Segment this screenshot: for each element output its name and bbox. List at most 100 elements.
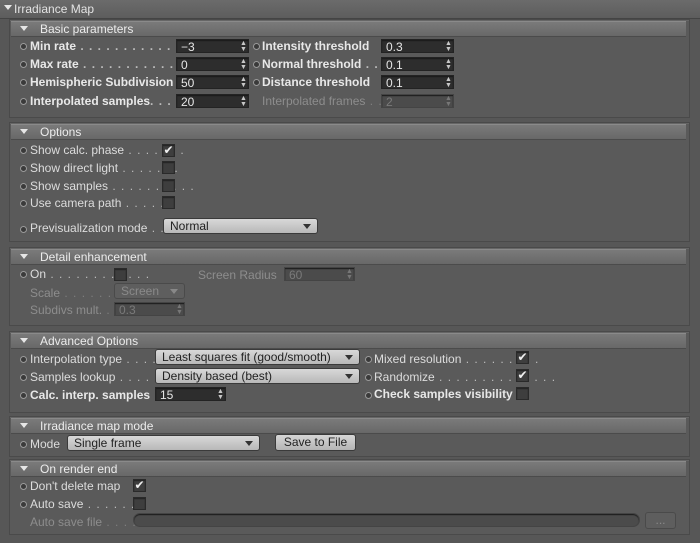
collapse-triangle-icon[interactable] <box>4 5 12 10</box>
spinner-arrows-icon[interactable]: ▲ ▼ <box>240 95 247 108</box>
animatable-dot-icon[interactable] <box>20 356 27 363</box>
show-direct-light-label: Show direct light . . . . . . . <box>30 161 179 175</box>
spinner-arrows-icon[interactable]: ▲ ▼ <box>445 40 452 53</box>
intensity-threshold-field[interactable]: 0.3 ▲ ▼ <box>381 39 454 54</box>
interpolated-frames-label: Interpolated frames . . <box>262 94 383 108</box>
animatable-dot-icon[interactable] <box>253 43 260 50</box>
spinner-arrows-icon[interactable]: ▲ ▼ <box>240 76 247 89</box>
distance-threshold-label: Distance threshold <box>262 75 371 89</box>
spinner-arrows-icon: ▲ ▼ <box>176 303 183 316</box>
collapse-triangle-icon[interactable] <box>20 254 28 259</box>
show-calc-phase-checkbox[interactable]: ✔ <box>162 144 175 157</box>
calc-interp-samples-label: Calc. interp. samples <box>30 388 151 402</box>
samples-lookup-label: Samples lookup . . . . . . <box>30 370 168 384</box>
randomize-checkbox[interactable]: ✔ <box>516 369 529 382</box>
spinner-arrows-icon[interactable]: ▲ ▼ <box>445 76 452 89</box>
animatable-dot-icon[interactable] <box>20 200 27 207</box>
scale-select: Screen <box>114 283 185 299</box>
section-title: Basic parameters <box>40 22 134 36</box>
animatable-dot-icon[interactable] <box>20 165 27 172</box>
animatable-dot-icon[interactable] <box>20 392 27 399</box>
animatable-dot-icon[interactable] <box>253 61 260 68</box>
animatable-dot-icon[interactable] <box>365 374 372 381</box>
chevron-down-icon <box>245 441 253 446</box>
use-camera-path-label: Use camera path . . . . . . <box>30 196 174 210</box>
interpolation-type-label: Interpolation type . . . . . <box>30 352 166 366</box>
chevron-down-icon <box>303 224 311 229</box>
section-advanced-options[interactable]: Advanced Options <box>11 333 686 349</box>
max-rate-field[interactable]: 0 ▲ ▼ <box>176 57 249 72</box>
calc-interp-samples-field[interactable]: 15 ▲ ▼ <box>155 387 226 402</box>
previsualization-mode-select[interactable]: Normal <box>163 218 318 234</box>
mixed-resolution-label: Mixed resolution . . . . . . . . . <box>374 352 540 366</box>
spinner-arrows-icon[interactable]: ▲ ▼ <box>240 58 247 71</box>
section-title: On render end <box>40 462 118 476</box>
spinner-arrows-icon: ▲ ▼ <box>445 95 452 108</box>
window-title-bar[interactable]: Irradiance Map <box>0 0 700 19</box>
animatable-dot-icon[interactable] <box>20 226 27 233</box>
section-basic-parameters[interactable]: Basic parameters <box>11 21 686 37</box>
collapse-triangle-icon[interactable] <box>20 423 28 428</box>
spinner-arrows-icon[interactable]: ▲ ▼ <box>217 388 224 401</box>
auto-save-file-field <box>133 513 640 527</box>
animatable-dot-icon[interactable] <box>20 43 27 50</box>
auto-save-checkbox[interactable] <box>133 497 146 510</box>
section-title: Detail enhancement <box>40 250 147 264</box>
check-samples-visibility-checkbox[interactable] <box>516 387 529 400</box>
animatable-dot-icon[interactable] <box>365 356 372 363</box>
detail-on-checkbox[interactable] <box>114 268 127 281</box>
section-options[interactable]: Options <box>11 124 686 140</box>
collapse-triangle-icon[interactable] <box>20 129 28 134</box>
section-irradiance-map-mode[interactable]: Irradiance map mode <box>11 418 686 434</box>
animatable-dot-icon[interactable] <box>20 79 27 86</box>
spinner-arrows-icon: ▲ ▼ <box>346 268 353 281</box>
interpolation-type-select[interactable]: Least squares fit (good/smooth) <box>155 349 360 365</box>
dont-delete-map-label: Don't delete map <box>30 479 121 493</box>
use-camera-path-checkbox[interactable] <box>162 196 175 209</box>
auto-save-file-label: Auto save file . . . . <box>30 515 137 529</box>
animatable-dot-icon[interactable] <box>20 271 27 278</box>
animatable-dot-icon[interactable] <box>365 392 372 399</box>
section-title: Options <box>40 125 82 139</box>
intensity-threshold-label: Intensity threshold <box>262 39 370 53</box>
animatable-dot-icon[interactable] <box>20 483 27 490</box>
animatable-dot-icon[interactable] <box>20 441 27 448</box>
show-direct-light-checkbox[interactable] <box>162 161 175 174</box>
screen-radius-field: 60 ▲ ▼ <box>284 267 355 282</box>
chevron-down-icon <box>345 355 353 360</box>
spinner-arrows-icon[interactable]: ▲ ▼ <box>445 58 452 71</box>
subdivs-mult-field: 0.3 ▲ ▼ <box>114 302 185 317</box>
animatable-dot-icon[interactable] <box>20 374 27 381</box>
animatable-dot-icon[interactable] <box>20 98 27 105</box>
mode-select[interactable]: Single frame <box>67 435 260 451</box>
show-samples-checkbox[interactable] <box>162 179 175 192</box>
min-rate-field[interactable]: −3 ▲ ▼ <box>176 39 249 54</box>
interpolated-samples-field[interactable]: 20 ▲ ▼ <box>176 94 249 109</box>
distance-threshold-field[interactable]: 0.1 ▲ ▼ <box>381 75 454 90</box>
animatable-dot-icon[interactable] <box>20 183 27 190</box>
spinner-arrows-icon[interactable]: ▲ ▼ <box>240 40 247 53</box>
normal-threshold-field[interactable]: 0.1 ▲ ▼ <box>381 57 454 72</box>
normal-threshold-label: Normal threshold . . <box>262 57 379 71</box>
animatable-dot-icon[interactable] <box>20 501 27 508</box>
collapse-triangle-icon[interactable] <box>20 466 28 471</box>
hemispheric-subdivision-label: Hemispheric Subdivision <box>30 75 174 89</box>
section-on-render-end[interactable]: On render end <box>11 461 686 477</box>
save-to-file-button[interactable]: Save to File <box>275 434 356 451</box>
section-title: Advanced Options <box>40 334 139 348</box>
browse-button: ... <box>645 512 676 529</box>
section-detail-enhancement[interactable]: Detail enhancement <box>11 249 686 265</box>
animatable-dot-icon[interactable] <box>20 147 27 154</box>
collapse-triangle-icon[interactable] <box>20 26 28 31</box>
animatable-dot-icon[interactable] <box>253 79 260 86</box>
samples-lookup-select[interactable]: Density based (best) <box>155 368 360 384</box>
dont-delete-map-checkbox[interactable]: ✔ <box>133 479 146 492</box>
interpolated-samples-label: Interpolated samples. . . . <box>30 94 181 108</box>
mixed-resolution-checkbox[interactable]: ✔ <box>516 351 529 364</box>
auto-save-label: Auto save . . . . . . . <box>30 497 145 511</box>
interpolated-frames-field: 2 ▲ ▼ <box>381 94 454 109</box>
collapse-triangle-icon[interactable] <box>20 338 28 343</box>
animatable-dot-icon[interactable] <box>20 61 27 68</box>
check-samples-visibility-label: Check samples visibility <box>374 387 513 401</box>
hemispheric-subdivision-field[interactable]: 50 ▲ ▼ <box>176 75 249 90</box>
